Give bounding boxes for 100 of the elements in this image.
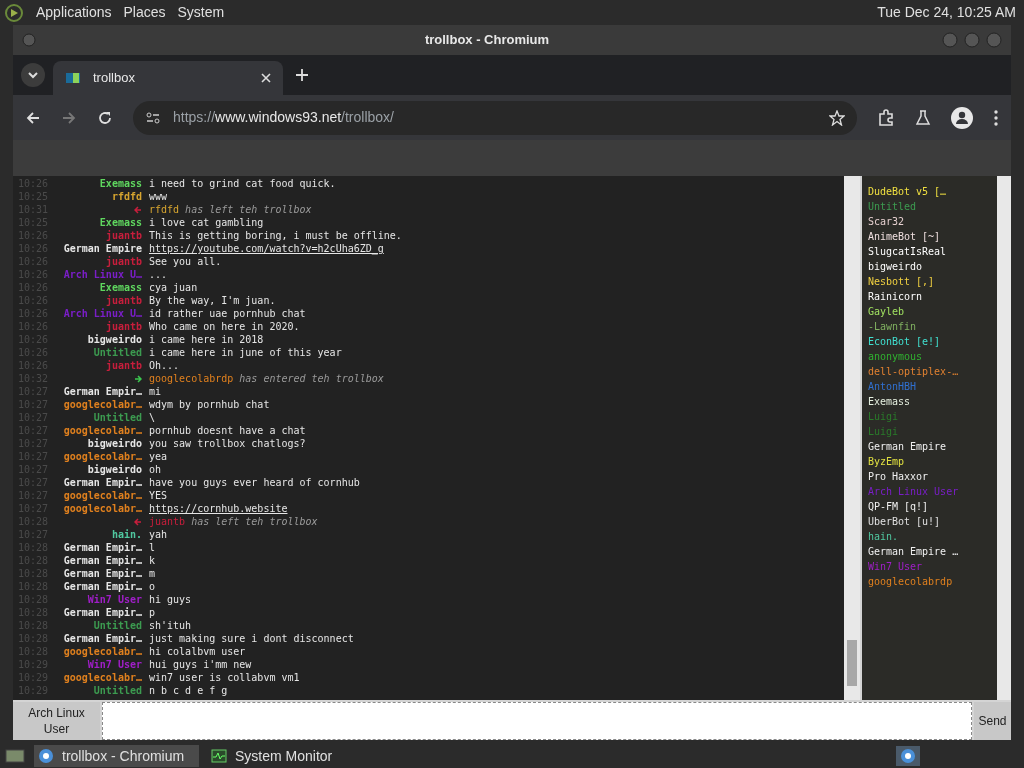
nickname: juantb [105,294,142,307]
system-message: has left teh trollbox [185,203,312,216]
message-text: ... [149,268,168,281]
message-link[interactable]: https://youtube.com/watch?v=h2cUha6ZD_g [149,242,384,255]
nickname: Untitled [93,346,142,359]
panel-menu[interactable]: Places [123,2,166,23]
send-button[interactable]: Send [974,702,1011,740]
user-name[interactable]: Nesbott [,] [867,274,935,289]
star-icon[interactable] [829,109,845,126]
user-name[interactable]: German Empire [867,439,947,454]
nickname: Arch Linux U… [63,268,142,281]
user-name[interactable]: EconBot [e!] [867,334,941,349]
profile-icon[interactable] [951,106,973,129]
scrollbar-thumb[interactable] [846,640,857,686]
message-text: k [149,554,156,567]
user-name[interactable]: anonymous [867,349,923,364]
message-text: have you guys ever heard of cornhub [149,476,360,489]
nickname: googlecolabr… [63,645,142,658]
window-title: trollbox - Chromium [423,31,551,50]
message-text: i need to grind cat food quick. [149,177,336,190]
message-text: www [149,190,168,203]
user-name[interactable]: UberBot [u!] [867,514,941,529]
nickname: German Empir… [63,385,142,398]
message-text: just making sure i dont disconnect [149,632,354,645]
new-tab-icon[interactable] [295,68,309,82]
nickname: rfdfd [149,203,180,216]
message-text: n b c d e f g [149,684,228,697]
url-text: https://www.windows93.net/trollbox/ [173,108,395,127]
user-name[interactable]: DudeBot v5 [… [867,184,947,199]
user-name[interactable]: Scar32 [867,214,904,229]
user-name[interactable]: Pro Haxxor [867,469,929,484]
nickname: Exemass [99,177,142,190]
scrollbar[interactable] [997,176,1011,700]
user-name[interactable]: German Empire … [867,544,959,559]
taskbar-button[interactable]: trollbox - Chromium [34,745,199,767]
extensions-icon[interactable] [877,108,895,127]
message-text: YES [149,489,168,502]
browser-tab[interactable]: trollbox [53,61,283,95]
site-settings-icon[interactable] [145,109,161,126]
browser-icon[interactable] [896,746,920,766]
nickname: googlecolabrdp [149,372,234,385]
user-name[interactable]: AnimeBot [~] [867,229,941,244]
nickname: Untitled [93,684,142,697]
nickname: juantb [105,359,142,372]
user-name[interactable]: ByzEmp [867,454,904,469]
user-name[interactable]: Rainicorn [867,289,923,304]
nickname: rfdfd [111,190,142,203]
nickname-button[interactable]: Arch Linux User [13,702,100,740]
message-text: Oh... [149,359,180,372]
forward-icon[interactable] [61,109,77,126]
system-message: has left teh trollbox [191,515,318,528]
user-name[interactable]: QP-FM [q!] [867,499,929,514]
flask-icon[interactable] [915,109,931,126]
message-text: cya juan [149,281,198,294]
taskbar-button[interactable]: System Monitor [207,745,372,767]
user-name[interactable]: googlecolabrdp [867,574,953,589]
nickname: juantb [149,515,186,528]
more-menu-icon[interactable] [993,108,999,127]
distro-logo-icon[interactable] [4,2,24,23]
message-text: p [149,606,156,619]
system-message: has entered teh trollbox [239,372,384,385]
nickname: juantb [105,255,142,268]
nickname: German Empire [63,242,142,255]
enter-arrow-icon [134,374,142,383]
nickname: German Empir… [63,554,142,567]
message-link[interactable]: https://cornhub.website [149,502,288,515]
nickname: German Empir… [63,632,142,645]
nickname: Untitled [93,411,142,424]
message-text: m [149,567,156,580]
left-arrow-icon [134,205,142,214]
nickname: googlecolabr… [63,671,142,684]
user-name[interactable]: hain. [867,529,898,544]
message-text: wdym by pornhub chat [149,398,270,411]
user-name[interactable]: SlugcatIsReal [867,244,947,259]
nickname: Exemass [99,281,142,294]
tab-search-icon[interactable] [21,63,45,87]
message-text: mi [149,385,162,398]
nickname: Arch Linux U… [63,307,142,320]
message-text: Who came on here in 2020. [149,320,300,333]
user-name[interactable]: Untitled [867,199,917,214]
reload-icon[interactable] [97,109,113,126]
show-desktop-icon[interactable] [4,747,26,765]
nickname: bigweirdo [87,463,142,476]
message-text: See you all. [149,255,222,268]
message-text: By the way, I'm juan. [149,294,276,307]
user-name[interactable]: dell-optiplex-… [867,364,959,379]
nickname: German Empir… [63,580,142,593]
user-name[interactable]: Gayleb [867,304,904,319]
nickname: Win7 User [87,658,142,671]
tab-title: trollbox [93,69,136,88]
user-name[interactable]: bigweirdo [867,259,923,274]
user-name[interactable]: -Lawnfin [867,319,917,334]
message-text: i love cat gambling [149,216,264,229]
panel-menu[interactable]: Applications [36,2,112,23]
address-bar[interactable]: https://www.windows93.net/trollbox/ [133,100,857,135]
nickname: German Empir… [63,541,142,554]
panel-menu[interactable]: System [177,2,225,23]
user-name[interactable]: Exemass [867,394,911,409]
back-icon[interactable] [25,109,41,126]
message-text: yah [149,528,168,541]
